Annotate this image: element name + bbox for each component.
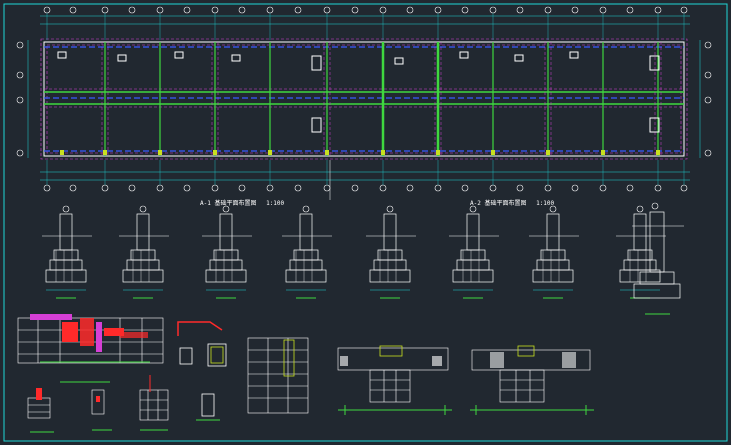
plan-title-left-text: A-1 基础平面布置图	[200, 200, 257, 207]
stepped-footing-icon	[202, 205, 252, 299]
cad-drawing-viewport[interactable]: A-1 基础平面布置图 1:100 A-2 基础平面布置图 1:100	[0, 0, 731, 445]
plan-title-right-text: A-2 基础平面布置图	[470, 200, 527, 207]
stepped-footing-icon	[366, 205, 416, 299]
plan-scale-left: 1:100	[266, 200, 285, 207]
plan-scale-right: 1:100	[536, 200, 555, 207]
stepped-footing-icon	[449, 205, 499, 299]
stepped-footing-icon	[529, 205, 579, 299]
plan-title-left: A-1 基础平面布置图 1:100	[200, 198, 284, 207]
bottom-details	[17, 314, 594, 433]
drawing-frame-icon	[3, 3, 728, 442]
stepped-footing-icon	[632, 202, 684, 315]
stepped-footing-icon	[282, 205, 332, 299]
stepped-footing-icon	[42, 205, 92, 299]
plan-title-right: A-2 基础平面布置图 1:100	[470, 198, 554, 207]
footing-sections-row	[42, 202, 684, 315]
stepped-footing-icon	[119, 205, 169, 299]
drawing-canvas	[3, 3, 728, 442]
foundation-plan	[16, 6, 712, 200]
